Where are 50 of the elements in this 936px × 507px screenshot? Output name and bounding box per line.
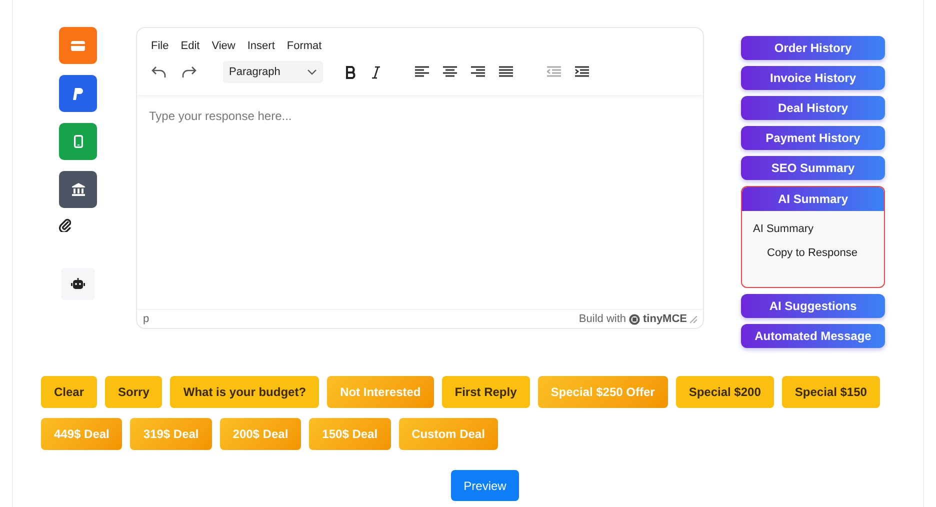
editor-text-area[interactable]: Type your response here... [137,95,703,309]
phone-icon [74,135,82,148]
undo-icon[interactable] [151,65,167,79]
summary-title: AI Summary [753,223,815,235]
phone-button[interactable] [59,123,97,160]
credit-card-icon [71,40,85,52]
action-button[interactable]: Deal History [741,96,885,120]
chevron-down-icon [307,69,317,75]
branding-text: Build with [578,313,626,325]
align-center-icon[interactable] [443,66,457,78]
robot-button[interactable] [61,268,95,300]
justify-icon[interactable] [499,66,513,78]
credit-card-button[interactable] [59,27,97,64]
align-left-icon[interactable] [415,66,429,78]
paperclip-icon[interactable] [59,218,71,232]
letter-p-icon [73,88,83,100]
action-button[interactable]: Payment History [741,126,885,150]
bank-button[interactable] [59,171,97,208]
action-button[interactable]: SEO Summary [741,156,885,180]
italic-icon[interactable] [371,66,381,78]
menu-item[interactable]: File [151,40,169,52]
quick-reply-button[interactable]: Sorry [105,376,162,408]
summary-button[interactable]: AI Summary [742,187,884,211]
quick-reply-button[interactable]: Clear [41,376,98,408]
preview-button[interactable]: Preview [450,470,520,501]
align-right-icon[interactable] [471,66,485,78]
quick-reply-button[interactable]: Special $200 [676,376,774,408]
action-button[interactable]: Order History [741,36,885,60]
bold-icon[interactable] [345,66,357,78]
bank-icon [72,183,84,196]
brand-name[interactable]: tinyMCE [643,313,687,325]
robot-icon [71,278,85,290]
quick-reply-button[interactable]: What is your budget? [170,376,320,408]
menu-item[interactable]: Edit [180,40,200,52]
copy-button[interactable]: Copy to Response [766,245,858,261]
action-button[interactable]: Invoice History [741,66,885,90]
element-path: p [143,313,150,325]
paypal-button[interactable] [59,75,97,112]
menu-item[interactable]: Format [286,40,322,52]
indent-icon[interactable] [575,66,589,78]
quick-reply-button[interactable]: First Reply [442,376,530,408]
redo-icon[interactable] [181,65,197,79]
action-button[interactable]: Automated Message [741,324,885,348]
logo-icon [629,314,640,324]
action-button[interactable]: AI Suggestions [741,294,885,318]
menu-item[interactable]: View [212,40,236,52]
quick-reply-button[interactable]: Special $150 [782,376,880,408]
block-format-select[interactable]: Paragraph [223,61,323,83]
resize-handle-icon[interactable] [690,316,697,322]
menu-item[interactable]: Insert [247,40,275,52]
